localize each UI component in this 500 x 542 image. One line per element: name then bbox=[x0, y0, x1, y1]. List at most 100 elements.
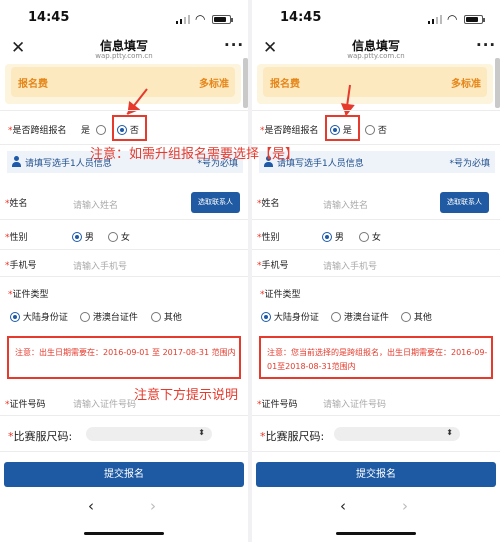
birthdate-notice-text: 注意：您当前选择的是跨组报名，出生日期需要在：2016-09-01至2018-0… bbox=[267, 348, 488, 371]
no-radio[interactable] bbox=[365, 125, 375, 135]
fee-card-wrapper: 报名费 多标准 bbox=[257, 64, 493, 104]
birthdate-notice: 注意：您当前选择的是跨组报名，出生日期需要在：2016-09-01至2018-0… bbox=[259, 336, 493, 379]
info-required: *号为必填 bbox=[449, 159, 490, 169]
gender-female-option[interactable]: 女 bbox=[108, 230, 130, 243]
divider bbox=[0, 451, 248, 452]
signal-icon bbox=[176, 15, 190, 24]
cross-group-no-option[interactable]: 否 bbox=[365, 123, 387, 136]
female-radio[interactable] bbox=[108, 232, 118, 242]
other-radio[interactable] bbox=[151, 312, 161, 322]
submit-button[interactable]: 提交报名 bbox=[256, 462, 496, 487]
gender-female-option[interactable]: 女 bbox=[359, 230, 381, 243]
hkmt-radio[interactable] bbox=[331, 312, 341, 322]
gender-male-option[interactable]: 男 bbox=[322, 230, 344, 243]
id-number-input[interactable]: 请输入证件号码 bbox=[323, 397, 386, 410]
gender-label: 性别 bbox=[9, 233, 28, 243]
id-mainland-option[interactable]: 大陆身份证 bbox=[10, 310, 68, 323]
size-select[interactable]: ⬍ bbox=[334, 427, 460, 441]
name-input[interactable]: 请输入姓名 bbox=[323, 198, 368, 211]
forward-icon[interactable]: › bbox=[150, 497, 156, 515]
id-number-input[interactable]: 请输入证件号码 bbox=[73, 397, 136, 410]
phone-input[interactable]: 请输入手机号 bbox=[323, 259, 377, 272]
page-domain: wap.ptty.com.cn bbox=[95, 52, 153, 60]
female-radio[interactable] bbox=[359, 232, 369, 242]
divider bbox=[0, 276, 248, 277]
id-type-row: *证件类型 bbox=[260, 290, 301, 300]
cross-group-row: *是否跨组报名 bbox=[260, 126, 319, 136]
back-icon[interactable]: ‹ bbox=[88, 497, 94, 515]
id-other-option[interactable]: 其他 bbox=[401, 310, 432, 323]
other-radio[interactable] bbox=[401, 312, 411, 322]
forward-icon[interactable]: › bbox=[402, 497, 408, 515]
annotation-select-yes: 注意：如需升组报名需要选择【是】 bbox=[90, 147, 299, 162]
divider bbox=[252, 219, 500, 220]
size-row: *比赛服尺码: bbox=[260, 430, 325, 443]
more-icon[interactable]: ··· bbox=[476, 36, 496, 54]
size-label: 比赛服尺码: bbox=[265, 430, 325, 443]
mainland-label: 大陆身份证 bbox=[273, 313, 319, 323]
yes-radio[interactable] bbox=[95, 125, 106, 135]
phone-row: *手机号 bbox=[5, 261, 37, 271]
male-label: 男 bbox=[334, 233, 344, 243]
fee-value: 多标准 bbox=[199, 79, 229, 90]
id-number-row: *证件号码 bbox=[5, 400, 46, 410]
battery-icon bbox=[464, 15, 485, 24]
birthdate-notice: 注意：出生日期需要在：2016-09-01 至 2017-08-31 范围内 bbox=[7, 336, 241, 379]
wifi-icon: ◠ bbox=[447, 12, 458, 26]
name-row: *姓名 bbox=[5, 199, 28, 209]
id-type-row: *证件类型 bbox=[8, 290, 49, 300]
scrollbar[interactable] bbox=[243, 58, 248, 108]
submit-button[interactable]: 提交报名 bbox=[4, 462, 244, 487]
home-indicator bbox=[336, 532, 416, 535]
male-radio[interactable] bbox=[322, 232, 332, 242]
back-icon[interactable]: ‹ bbox=[340, 497, 346, 515]
pick-contact-button[interactable]: 选取联系人 bbox=[440, 192, 489, 213]
other-label: 其他 bbox=[413, 313, 432, 323]
home-indicator bbox=[84, 532, 164, 535]
phone-input[interactable]: 请输入手机号 bbox=[73, 259, 127, 272]
cross-group-label: 是否跨组报名 bbox=[12, 126, 67, 136]
chevron-updown-icon: ⬍ bbox=[198, 428, 205, 437]
size-select[interactable]: ⬍ bbox=[86, 427, 212, 441]
right-phone-screen: 14:45 ◠ ✕ 信息填写 wap.ptty.com.cn ··· 报名费 多… bbox=[252, 0, 500, 542]
mainland-radio[interactable] bbox=[261, 312, 271, 322]
name-input[interactable]: 请输入姓名 bbox=[73, 198, 118, 211]
nav-bar: ✕ 信息填写 wap.ptty.com.cn ··· bbox=[0, 34, 248, 64]
pick-contact-button[interactable]: 选取联系人 bbox=[191, 192, 240, 213]
gender-row: *性别 bbox=[257, 233, 280, 243]
gender-row: *性别 bbox=[5, 233, 28, 243]
scrollbar[interactable] bbox=[495, 58, 500, 108]
yes-label: 是 bbox=[81, 126, 91, 136]
id-hkmt-option[interactable]: 港澳台证件 bbox=[80, 310, 138, 323]
annotation-see-notice: 注意下方提示说明 bbox=[134, 388, 239, 403]
male-radio[interactable] bbox=[72, 232, 82, 242]
signal-icon bbox=[428, 15, 442, 24]
name-row: *姓名 bbox=[257, 199, 280, 209]
highlight-box bbox=[112, 115, 147, 141]
page-domain: wap.ptty.com.cn bbox=[347, 52, 405, 60]
divider bbox=[0, 219, 248, 220]
fee-label: 报名费 bbox=[270, 79, 300, 90]
male-label: 男 bbox=[84, 233, 94, 243]
divider bbox=[252, 110, 500, 111]
id-mainland-option[interactable]: 大陆身份证 bbox=[261, 310, 319, 323]
birthdate-notice-text: 注意：出生日期需要在：2016-09-01 至 2017-08-31 范围内 bbox=[15, 348, 236, 357]
id-number-row: *证件号码 bbox=[257, 400, 298, 410]
gender-male-option[interactable]: 男 bbox=[72, 230, 94, 243]
hkmt-radio[interactable] bbox=[80, 312, 90, 322]
size-label: 比赛服尺码: bbox=[13, 430, 73, 443]
no-label: 否 bbox=[377, 126, 387, 136]
left-phone-screen: 14:45 ◠ ✕ 信息填写 wap.ptty.com.cn ··· 报名费 多… bbox=[0, 0, 248, 542]
divider bbox=[0, 249, 248, 250]
more-icon[interactable]: ··· bbox=[224, 36, 244, 54]
divider bbox=[0, 415, 248, 416]
status-time: 14:45 bbox=[28, 10, 70, 25]
person-icon bbox=[12, 156, 21, 167]
divider bbox=[252, 415, 500, 416]
id-other-option[interactable]: 其他 bbox=[151, 310, 182, 323]
fee-card-wrapper: 报名费 多标准 bbox=[5, 64, 241, 104]
id-hkmt-option[interactable]: 港澳台证件 bbox=[331, 310, 389, 323]
screenshot-comparison: 14:45 ◠ ✕ 信息填写 wap.ptty.com.cn ··· 报名费 多… bbox=[0, 0, 500, 542]
cross-group-yes-option[interactable]: 是 bbox=[81, 123, 106, 136]
mainland-radio[interactable] bbox=[10, 312, 20, 322]
